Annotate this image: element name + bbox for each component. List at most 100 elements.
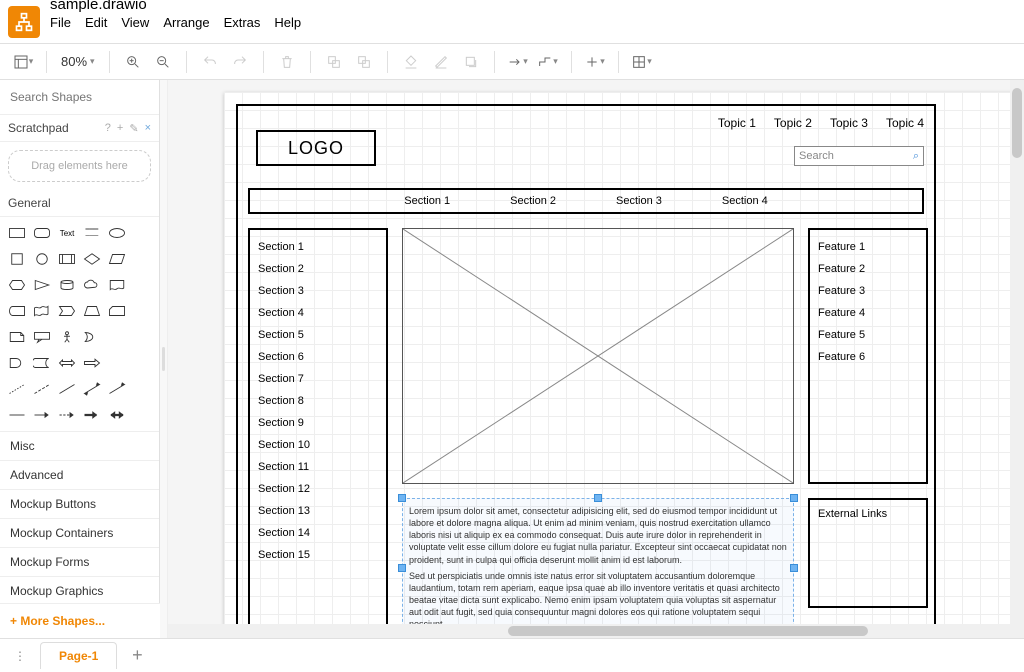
shape-diamond[interactable] (83, 249, 102, 269)
to-front-button[interactable] (321, 49, 347, 75)
shape-callout[interactable] (33, 327, 52, 347)
shape-note[interactable] (8, 327, 27, 347)
horizontal-scrollbar[interactable] (168, 624, 1010, 638)
undo-button[interactable] (197, 49, 223, 75)
mockup-frame[interactable]: LOGO Topic 1 Topic 2 Topic 3 Topic 4 Sea… (236, 104, 936, 638)
shape-cloud[interactable] (83, 275, 102, 295)
line-dashed[interactable] (33, 379, 52, 399)
help-icon[interactable]: ? (105, 122, 111, 135)
menu-extras[interactable]: Extras (224, 15, 261, 30)
topic-link[interactable]: Topic 3 (830, 116, 868, 130)
zoom-out-button[interactable] (150, 49, 176, 75)
zoom-in-button[interactable] (120, 49, 146, 75)
line-color-button[interactable] (428, 49, 454, 75)
menu-help[interactable]: Help (274, 15, 301, 30)
edit-icon[interactable]: ✎ (129, 122, 138, 135)
conn-dashed[interactable] (58, 405, 77, 425)
shape-cylinder[interactable] (58, 275, 77, 295)
view-mode-button[interactable]: ▾ (10, 49, 36, 75)
shape-or[interactable] (83, 327, 102, 347)
cat-advanced[interactable]: Advanced (0, 460, 159, 489)
conn-both[interactable] (107, 405, 126, 425)
to-back-button[interactable] (351, 49, 377, 75)
redo-button[interactable] (227, 49, 253, 75)
canvas[interactable]: LOGO Topic 1 Topic 2 Topic 3 Topic 4 Sea… (168, 80, 1024, 638)
mockup-external-links[interactable]: External Links (808, 498, 928, 608)
toolbar: ▾ 80%▾ ▾ ▾ ▾ ▾ (0, 44, 1024, 80)
fill-color-button[interactable] (398, 49, 424, 75)
insert-button[interactable]: ▾ (582, 49, 608, 75)
connection-button[interactable]: ▾ (505, 49, 531, 75)
page-tabs: ⋮ Page-1 + (0, 638, 1024, 672)
shape-process[interactable] (58, 249, 77, 269)
mockup-image-placeholder[interactable] (402, 228, 794, 484)
menu-file[interactable]: File (50, 15, 71, 30)
mockup-logo[interactable]: LOGO (256, 130, 376, 166)
menu-edit[interactable]: Edit (85, 15, 107, 30)
shape-actor[interactable] (58, 327, 77, 347)
app-logo-icon[interactable] (8, 6, 40, 38)
conn-thick[interactable] (83, 405, 102, 425)
cat-misc[interactable]: Misc (0, 431, 159, 460)
cat-mockup-forms[interactable]: Mockup Forms (0, 547, 159, 576)
sidebar-splitter[interactable] (160, 80, 168, 638)
mockup-text-block[interactable]: Lorem ipsum dolor sit amet, consectetur … (402, 498, 794, 637)
cat-mockup-containers[interactable]: Mockup Containers (0, 518, 159, 547)
shape-arrow-both[interactable] (58, 353, 77, 373)
shadow-button[interactable] (458, 49, 484, 75)
shape-square[interactable] (8, 249, 27, 269)
shape-circle[interactable] (33, 249, 52, 269)
mockup-left-nav[interactable]: Section 1 Section 2 Section 3 Section 4 … (248, 228, 388, 638)
line-dotted[interactable] (8, 379, 27, 399)
shape-hexagon[interactable] (8, 275, 27, 295)
add-page-button[interactable]: + (125, 644, 149, 668)
shape-parallelogram[interactable] (107, 249, 126, 269)
shape-storage[interactable] (8, 301, 27, 321)
pages-menu-icon[interactable]: ⋮ (8, 649, 32, 663)
more-shapes-button[interactable]: + More Shapes... (0, 603, 160, 638)
add-icon[interactable]: + (117, 122, 123, 135)
conn-arrow[interactable] (33, 405, 52, 425)
general-header[interactable]: General (0, 190, 159, 217)
shape-rounded[interactable] (33, 223, 52, 243)
mockup-nav[interactable]: Section 1 Section 2 Section 3 Section 4 (248, 188, 924, 214)
close-icon[interactable]: × (145, 122, 151, 135)
mockup-search[interactable]: Search ⌕ (794, 146, 924, 166)
page-tab[interactable]: Page-1 (40, 642, 117, 669)
line-bidir[interactable] (83, 379, 102, 399)
zoom-level[interactable]: 80%▾ (57, 54, 99, 69)
shape-ellipse[interactable] (107, 223, 126, 243)
file-title[interactable]: sample.drawio (50, 0, 301, 13)
shape-tape[interactable] (33, 301, 52, 321)
shape-step[interactable] (58, 301, 77, 321)
table-button[interactable]: ▾ (629, 49, 655, 75)
cat-mockup-graphics[interactable]: Mockup Graphics (0, 576, 159, 605)
topic-link[interactable]: Topic 4 (886, 116, 924, 130)
shape-document[interactable] (107, 275, 126, 295)
shape-datastore[interactable] (33, 353, 52, 373)
topic-link[interactable]: Topic 1 (718, 116, 756, 130)
shape-heading[interactable]: ═══─── (83, 223, 102, 243)
vertical-scrollbar[interactable] (1010, 80, 1024, 638)
delete-button[interactable] (274, 49, 300, 75)
scratchpad-header[interactable]: Scratchpad ? + ✎ × (0, 115, 159, 142)
menu-view[interactable]: View (121, 15, 149, 30)
search-shapes-input[interactable] (6, 86, 160, 108)
shape-triangle[interactable] (33, 275, 52, 295)
shape-card[interactable] (107, 301, 126, 321)
cat-mockup-buttons[interactable]: Mockup Buttons (0, 489, 159, 518)
line-solid[interactable] (58, 379, 77, 399)
shape-arrow[interactable] (83, 353, 102, 373)
menu-arrange[interactable]: Arrange (163, 15, 209, 30)
shape-trapezoid[interactable] (83, 301, 102, 321)
waypoint-button[interactable]: ▾ (535, 49, 561, 75)
conn-simple[interactable] (8, 405, 27, 425)
shape-text[interactable]: Text (58, 223, 77, 243)
line-arrow[interactable] (107, 379, 126, 399)
shape-rect[interactable] (8, 223, 27, 243)
scratchpad-dropzone[interactable]: Drag elements here (8, 150, 151, 182)
mockup-features[interactable]: Feature 1 Feature 2 Feature 3 Feature 4 … (808, 228, 928, 484)
drawing-page[interactable]: LOGO Topic 1 Topic 2 Topic 3 Topic 4 Sea… (224, 92, 1024, 638)
topic-link[interactable]: Topic 2 (774, 116, 812, 130)
shape-and[interactable] (8, 353, 27, 373)
